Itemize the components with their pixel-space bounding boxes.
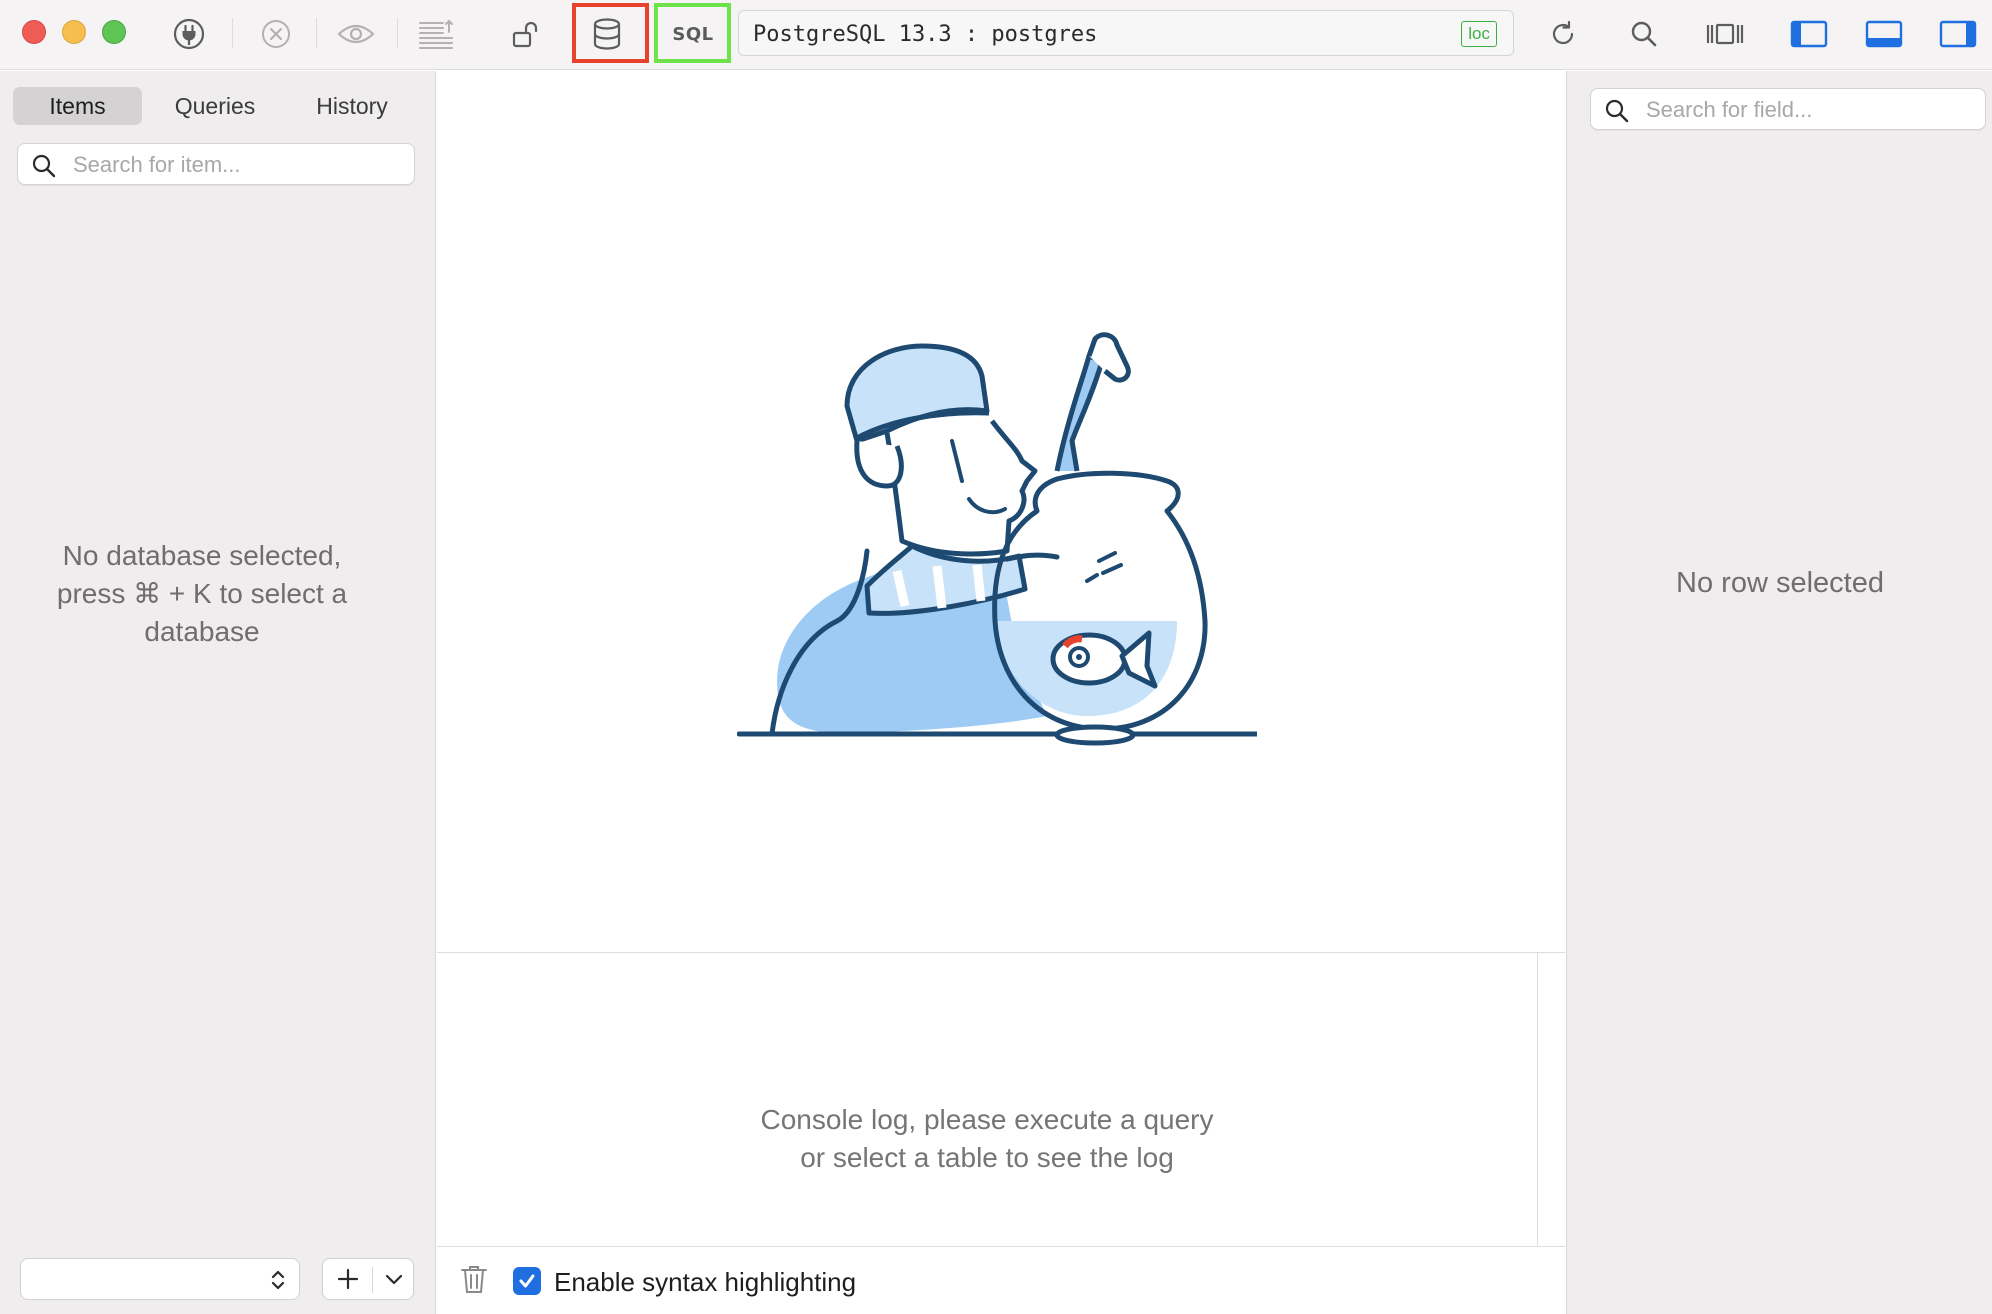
console-empty-message: Console log, please execute a query or s… (437, 1101, 1537, 1177)
left-sidebar: Items Queries History Search for item...… (0, 71, 436, 1314)
connection-plug-icon (173, 18, 205, 50)
toggle-bottom-panel-button[interactable] (1861, 11, 1907, 57)
search-icon (31, 153, 57, 184)
toolbar-separator (397, 18, 398, 48)
sidebar-tabs: Items Queries History (13, 86, 416, 126)
close-circle-icon (262, 20, 290, 48)
console-message-line: or select a table to see the log (800, 1142, 1174, 1173)
add-item-combo (322, 1258, 414, 1300)
plus-icon[interactable] (336, 1267, 360, 1296)
field-search-input[interactable]: Search for field... (1590, 88, 1986, 130)
no-database-line: No database selected, (62, 540, 342, 571)
toolbar-separator (232, 18, 233, 48)
syntax-highlighting-label[interactable]: Enable syntax highlighting (554, 1267, 856, 1298)
combo-divider (372, 1267, 373, 1293)
console-scrollbar[interactable] (1537, 953, 1538, 1247)
toolbar: SQL PostgreSQL 13.3 : postgres loc (0, 0, 1992, 70)
chevron-down-icon[interactable] (383, 1268, 405, 1295)
database-select[interactable] (20, 1258, 300, 1300)
no-row-selected-message: No row selected (1676, 567, 1884, 599)
columns-button[interactable] (1702, 11, 1748, 57)
right-details-panel: Search for field... No row selected (1566, 71, 1992, 1314)
database-icon (593, 18, 621, 50)
trash-icon[interactable] (459, 1263, 489, 1300)
toggle-left-panel-button[interactable] (1786, 11, 1832, 57)
unlock-icon (512, 21, 538, 48)
toggle-right-panel-button[interactable] (1935, 11, 1981, 57)
connection-badge: loc (1461, 21, 1497, 47)
right-panel-toggle-icon (1939, 20, 1977, 48)
syntax-highlighting-checkbox[interactable] (513, 1267, 541, 1295)
disconnect-button[interactable] (253, 11, 299, 57)
console-log-panel: Console log, please execute a query or s… (437, 952, 1565, 1247)
window-close-button[interactable] (22, 20, 46, 44)
no-database-line: press ⌘ + K to select a (56, 578, 348, 609)
sql-icon: SQL (672, 23, 714, 45)
tab-queries[interactable]: Queries (142, 87, 288, 125)
search-icon (1631, 21, 1657, 47)
main-content: Console log, please execute a query or s… (437, 71, 1565, 1314)
empty-state-illustration (737, 332, 1257, 746)
connection-plug-button[interactable] (166, 11, 212, 57)
refresh-button[interactable] (1540, 11, 1586, 57)
item-search-input[interactable]: Search for item... (17, 143, 415, 185)
search-icon (1604, 98, 1630, 129)
lock-button[interactable] (502, 11, 548, 57)
tab-items[interactable]: Items (13, 87, 142, 125)
columns-icon (1706, 23, 1744, 45)
database-button[interactable] (584, 11, 630, 57)
refresh-icon (1552, 20, 1574, 45)
no-database-line: database (144, 616, 260, 647)
console-status-bar: Enable syntax highlighting (437, 1246, 1565, 1314)
bottom-panel-toggle-icon (1865, 20, 1903, 48)
field-search-placeholder: Search for field... (1646, 97, 1813, 122)
connection-label: PostgreSQL 13.3 : postgres (753, 22, 1098, 47)
search-button[interactable] (1621, 11, 1667, 57)
checkmark-icon (519, 1274, 535, 1288)
left-panel-toggle-icon (1790, 20, 1828, 48)
no-database-message: No database selected, press ⌘ + K to sel… (20, 537, 384, 651)
eye-icon (337, 24, 375, 44)
connection-info-box[interactable]: PostgreSQL 13.3 : postgres loc (738, 10, 1514, 56)
window-minimize-button[interactable] (62, 20, 86, 44)
toolbar-separator (316, 18, 317, 48)
item-search-placeholder: Search for item... (73, 152, 241, 177)
tab-history[interactable]: History (288, 87, 416, 125)
format-button[interactable] (413, 11, 459, 57)
sql-editor-button[interactable]: SQL (666, 11, 720, 57)
text-align-icon (419, 19, 453, 49)
window-zoom-button[interactable] (102, 20, 126, 44)
preview-button[interactable] (333, 11, 379, 57)
console-message-line: Console log, please execute a query (760, 1104, 1214, 1135)
select-arrows-icon (269, 1267, 287, 1298)
